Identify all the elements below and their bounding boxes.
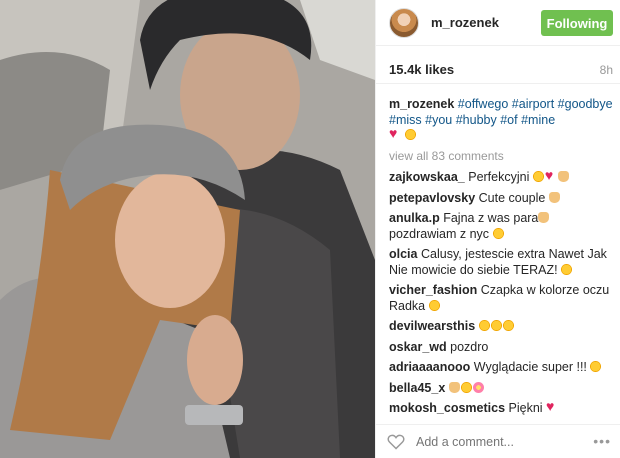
- post-time: 8h: [599, 63, 613, 77]
- flower-emoji-icon: [472, 381, 484, 393]
- post-details-panel: m_rozenek Following 15.4k likes 8h m_roz…: [375, 0, 620, 458]
- comment: olcia Calusy, jestescie extra Nawet Jak …: [389, 247, 615, 278]
- comment-text-continued: pozdrawiam z nyc: [389, 226, 490, 241]
- heart-eyes-emoji-icon: [490, 320, 502, 331]
- avatar[interactable]: [389, 8, 419, 38]
- comment-username[interactable]: bella45_x: [389, 381, 445, 395]
- thumbs-up-emoji-icon: [448, 381, 460, 393]
- following-button[interactable]: Following: [541, 10, 613, 36]
- comment: oskar_wd pozdro: [389, 340, 615, 356]
- comment-username[interactable]: petepavlovsky: [389, 191, 475, 205]
- comments-list: m_rozenek #offwego #airport #goodbye #mi…: [389, 97, 615, 415]
- comment-text: Perfekcyjni: [468, 170, 530, 184]
- heart-eyes-emoji-icon: [460, 381, 472, 393]
- comment-username[interactable]: zajkowskaa_: [389, 170, 465, 184]
- heart-eyes-emoji-icon: [532, 171, 544, 182]
- comment: mokosh_cosmetics Piękni pozdrawiamy: [389, 399, 615, 415]
- comment: zajkowskaa_ Perfekcyjni: [389, 168, 615, 186]
- comment-username[interactable]: mokosh_cosmetics: [389, 401, 505, 415]
- heart-emoji-icon: [545, 168, 557, 182]
- grin-emoji-icon: [590, 361, 602, 372]
- comment-text: Wyglądacie super !!!: [473, 360, 587, 374]
- comment: bella45_x: [389, 381, 615, 397]
- hashtag[interactable]: #airport: [512, 97, 554, 111]
- comment-username[interactable]: anulka.p: [389, 211, 440, 225]
- comment: vicher_fashion Czapka w kolorze oczu Rad…: [389, 283, 615, 314]
- hug-emoji-icon: [538, 212, 550, 223]
- comment-username[interactable]: olcia: [389, 247, 418, 261]
- comment-username[interactable]: devilwearsthis: [389, 319, 475, 333]
- hashtag[interactable]: #you: [425, 113, 452, 127]
- caption-username[interactable]: m_rozenek: [389, 97, 454, 111]
- hashtag[interactable]: #hubby: [456, 113, 497, 127]
- comment-text: Piękni: [508, 401, 543, 415]
- view-all-comments-link[interactable]: view all 83 comments: [389, 149, 615, 165]
- more-options-icon[interactable]: •••: [593, 433, 611, 449]
- post-header: m_rozenek Following: [376, 0, 620, 46]
- comment-text: pozdro: [450, 339, 489, 354]
- comment-text: Cute couple: [478, 190, 546, 205]
- comment: petepavlovsky Cute couple: [389, 191, 615, 207]
- add-comment-input[interactable]: [416, 434, 576, 450]
- heart-eyes-emoji-icon: [502, 320, 514, 331]
- like-heart-icon[interactable]: [387, 434, 405, 450]
- couple-selfie-image: [0, 0, 375, 458]
- post-photo[interactable]: [0, 0, 375, 458]
- comment-username[interactable]: vicher_fashion: [389, 283, 477, 297]
- heart-eyes-emoji-icon: [478, 320, 490, 331]
- hashtag[interactable]: #of: [500, 113, 517, 127]
- wink-emoji-icon: [492, 227, 504, 239]
- likes-row: 15.4k likes 8h: [376, 58, 620, 84]
- header-username[interactable]: m_rozenek: [431, 15, 499, 30]
- hashtag[interactable]: #goodbye: [558, 97, 613, 111]
- hashtag[interactable]: #mine: [521, 113, 555, 127]
- couple-emoji-icon: [548, 191, 560, 203]
- heart-emoji-icon: [389, 126, 401, 140]
- grin-emoji-icon: [561, 263, 573, 275]
- comment-username[interactable]: oskar_wd: [389, 340, 447, 354]
- caption: m_rozenek #offwego #airport #goodbye #mi…: [389, 97, 615, 144]
- smile-emoji-icon: [405, 129, 417, 140]
- hashtag[interactable]: #offwego: [458, 97, 509, 111]
- ok-hand-emoji-icon: [557, 171, 569, 182]
- likes-count[interactable]: 15.4k likes: [389, 62, 454, 77]
- comment: anulka.p Fajna z was parapozdrawiam z ny…: [389, 211, 615, 242]
- heart-emoji-icon: [546, 399, 558, 413]
- comment-text: Fajna z was para: [443, 211, 539, 225]
- comment-footer: •••: [376, 424, 620, 458]
- comment-text: Calusy, jestescie extra Nawet Jak Nie mo…: [389, 247, 607, 277]
- comment-username[interactable]: adriaaaanooo: [389, 360, 470, 374]
- heart-eyes-emoji-icon: [428, 299, 440, 311]
- comment: devilwearsthis: [389, 319, 615, 335]
- comment: adriaaaanooo Wyglądacie super !!!: [389, 360, 615, 376]
